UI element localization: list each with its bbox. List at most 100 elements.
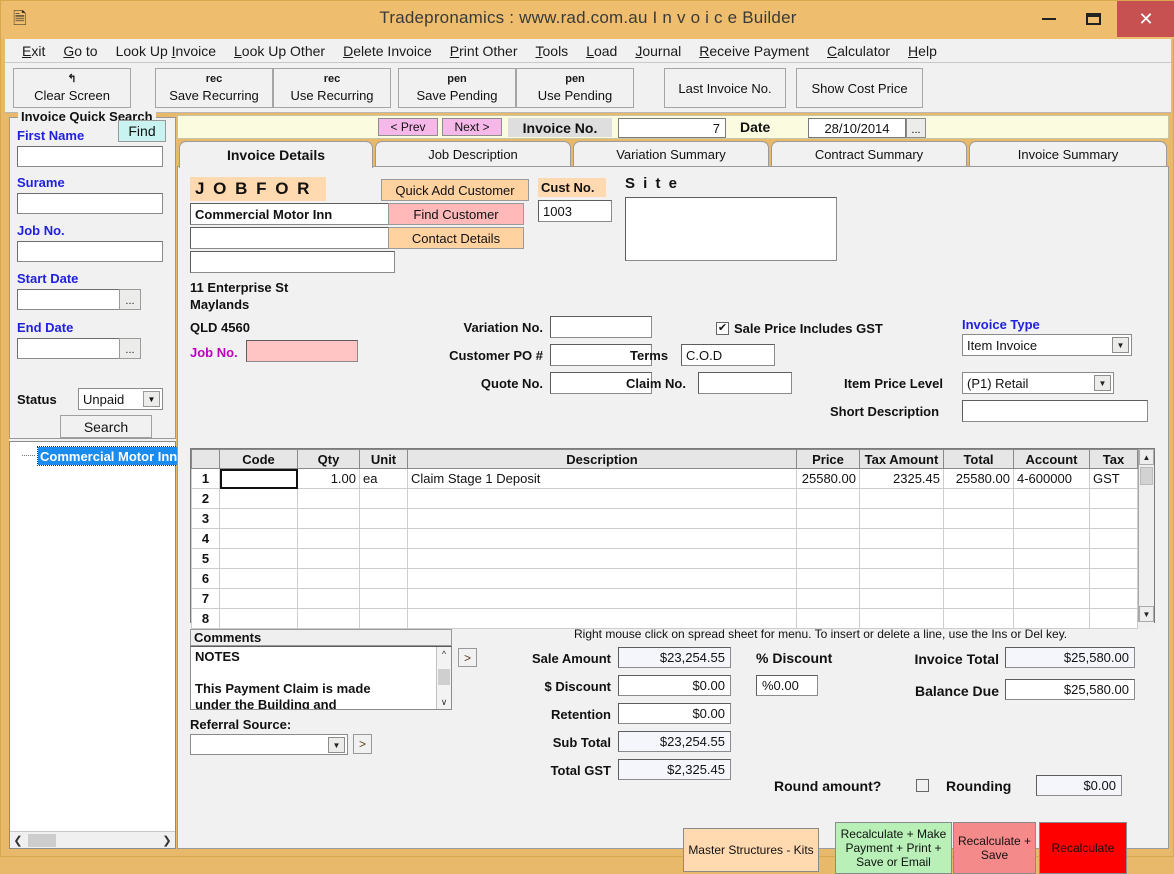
table-row[interactable]: 5 bbox=[191, 548, 1154, 569]
start-date-picker-button[interactable]: ... bbox=[119, 289, 141, 310]
scroll-up-icon[interactable]: ▲ bbox=[1139, 449, 1154, 465]
cell-tax[interactable] bbox=[1089, 488, 1138, 509]
invoice-line-items-grid[interactable]: Code Qty Unit Description Price Tax Amou… bbox=[190, 448, 1155, 629]
dollar-discount-input[interactable]: $0.00 bbox=[618, 675, 731, 696]
date-input[interactable]: 28/10/2014 bbox=[808, 118, 906, 138]
recalculate-button[interactable]: Recalculate bbox=[1039, 822, 1127, 874]
cell-account[interactable] bbox=[1013, 608, 1090, 629]
cell-code[interactable] bbox=[219, 508, 298, 529]
row-number[interactable]: 3 bbox=[191, 508, 220, 529]
menu-item-exit[interactable]: Exit bbox=[13, 41, 54, 61]
item-price-level-select[interactable]: (P1) Retail ▼ bbox=[962, 372, 1114, 394]
cell-total[interactable] bbox=[943, 588, 1014, 609]
comments-scrollbar[interactable]: ^ ∨ bbox=[436, 647, 451, 709]
scroll-up-icon[interactable]: ^ bbox=[437, 647, 451, 661]
comments-textarea[interactable]: NOTES This Payment Claim is made under t… bbox=[190, 646, 452, 710]
cell-price[interactable] bbox=[796, 588, 860, 609]
cell-code[interactable] bbox=[219, 608, 298, 629]
menu-item-calculator[interactable]: Calculator bbox=[818, 41, 899, 61]
menu-item-journal[interactable]: Journal bbox=[626, 41, 690, 61]
cell-price[interactable] bbox=[796, 528, 860, 549]
cell-price[interactable] bbox=[796, 508, 860, 529]
tab-job-description[interactable]: Job Description bbox=[375, 141, 571, 167]
find-button[interactable]: Find bbox=[118, 120, 166, 142]
variation-no-input[interactable] bbox=[550, 316, 652, 338]
tab-variation-summary[interactable]: Variation Summary bbox=[573, 141, 769, 167]
cell-description[interactable] bbox=[407, 588, 797, 609]
cell-tax-amount[interactable] bbox=[859, 608, 944, 629]
cell-total[interactable] bbox=[943, 548, 1014, 569]
show-cost-price-button[interactable]: Show Cost Price bbox=[796, 68, 923, 108]
first-name-input[interactable] bbox=[17, 146, 163, 167]
use-pending-button[interactable]: pen Use Pending bbox=[516, 68, 634, 108]
cell-price[interactable] bbox=[796, 548, 860, 569]
retention-input[interactable]: $0.00 bbox=[618, 703, 731, 724]
menu-item-goto[interactable]: Go to bbox=[54, 41, 106, 61]
invoice-no-input[interactable]: 7 bbox=[618, 118, 726, 138]
scroll-down-icon[interactable]: ∨ bbox=[437, 695, 451, 709]
minimize-button[interactable] bbox=[1027, 1, 1071, 37]
cell-qty[interactable] bbox=[297, 588, 360, 609]
row-number[interactable]: 2 bbox=[191, 488, 220, 509]
claim-no-input[interactable] bbox=[698, 372, 792, 394]
col-description[interactable]: Description bbox=[407, 449, 797, 469]
cell-description[interactable] bbox=[407, 548, 797, 569]
end-date-picker-button[interactable]: ... bbox=[119, 338, 141, 359]
cell-qty[interactable] bbox=[297, 488, 360, 509]
maximize-button[interactable] bbox=[1071, 1, 1115, 37]
table-row[interactable]: 3 bbox=[191, 508, 1154, 529]
row-number[interactable]: 4 bbox=[191, 528, 220, 549]
cell-qty[interactable] bbox=[297, 568, 360, 589]
site-input[interactable] bbox=[625, 197, 837, 261]
cell-unit[interactable] bbox=[359, 568, 408, 589]
col-tax-amount[interactable]: Tax Amount bbox=[859, 449, 944, 469]
percent-discount-input[interactable]: %0.00 bbox=[756, 675, 818, 696]
cell-tax-amount[interactable]: 2325.45 bbox=[859, 468, 944, 489]
save-recurring-button[interactable]: rec Save Recurring bbox=[155, 68, 273, 108]
job-no-input[interactable] bbox=[246, 340, 358, 362]
row-number[interactable]: 7 bbox=[191, 588, 220, 609]
scroll-right-icon[interactable]: ❯ bbox=[159, 834, 175, 847]
close-button[interactable]: ✕ bbox=[1117, 1, 1174, 37]
cell-account[interactable]: 4-600000 bbox=[1013, 468, 1090, 489]
menu-item-delete-invoice[interactable]: Delete Invoice bbox=[334, 41, 441, 61]
recalculate-save-button[interactable]: Recalculate + Save bbox=[953, 822, 1036, 874]
cell-price[interactable] bbox=[796, 488, 860, 509]
menu-item-receive-payment[interactable]: Receive Payment bbox=[690, 41, 818, 61]
scrollbar-thumb[interactable] bbox=[28, 834, 56, 847]
cell-unit[interactable] bbox=[359, 608, 408, 629]
cell-price[interactable]: 25580.00 bbox=[796, 468, 860, 489]
cell-tax-amount[interactable] bbox=[859, 508, 944, 529]
cell-qty[interactable] bbox=[297, 608, 360, 629]
col-total[interactable]: Total bbox=[943, 449, 1014, 469]
job-no-input[interactable] bbox=[17, 241, 163, 262]
col-code[interactable]: Code bbox=[219, 449, 298, 469]
chevron-down-icon[interactable]: ▼ bbox=[1094, 375, 1111, 391]
cell-account[interactable] bbox=[1013, 568, 1090, 589]
cell-tax-amount[interactable] bbox=[859, 488, 944, 509]
col-unit[interactable]: Unit bbox=[359, 449, 408, 469]
cell-description[interactable] bbox=[407, 488, 797, 509]
customer-name-input[interactable]: Commercial Motor Inn bbox=[190, 203, 395, 225]
status-select[interactable]: Unpaid ▼ bbox=[78, 388, 163, 410]
cell-unit[interactable] bbox=[359, 528, 408, 549]
cell-tax[interactable] bbox=[1089, 608, 1138, 629]
cell-unit[interactable] bbox=[359, 548, 408, 569]
cell-description[interactable] bbox=[407, 568, 797, 589]
customer-line2-input[interactable] bbox=[190, 227, 395, 249]
cell-tax[interactable] bbox=[1089, 568, 1138, 589]
scroll-left-icon[interactable]: ❮ bbox=[10, 834, 26, 847]
scrollbar-thumb[interactable] bbox=[438, 669, 450, 685]
master-structures-kits-button[interactable]: Master Structures - Kits bbox=[683, 828, 819, 872]
save-pending-button[interactable]: pen Save Pending bbox=[398, 68, 516, 108]
menu-item-help[interactable]: Help bbox=[899, 41, 946, 61]
quick-add-customer-button[interactable]: Quick Add Customer bbox=[381, 179, 529, 201]
tab-invoice-details[interactable]: Invoice Details bbox=[179, 141, 373, 168]
cell-total[interactable] bbox=[943, 488, 1014, 509]
comments-expand-button[interactable]: > bbox=[458, 648, 477, 667]
cell-code[interactable] bbox=[219, 528, 298, 549]
cell-unit[interactable] bbox=[359, 588, 408, 609]
find-customer-button[interactable]: Find Customer bbox=[388, 203, 524, 225]
cell-unit[interactable]: ea bbox=[359, 468, 408, 489]
cust-no-input[interactable]: 1003 bbox=[538, 200, 612, 222]
